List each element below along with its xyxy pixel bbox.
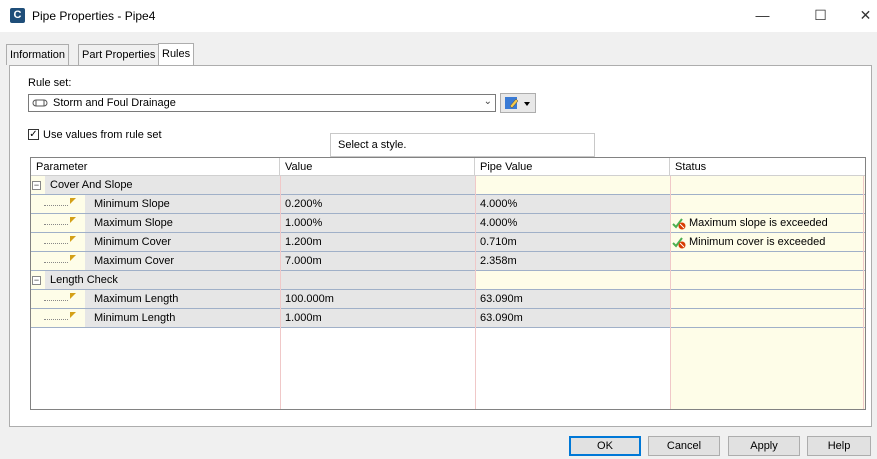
parameter-name: Maximum Length — [94, 293, 179, 305]
group-name: Length Check — [50, 274, 118, 286]
parameter-name: Maximum Slope — [94, 217, 173, 229]
rule-set-value: Storm and Foul Drainage — [53, 97, 176, 109]
table-row[interactable]: Maximum Slope 1.000% 4.000% Maximum slop… — [31, 214, 865, 233]
minimize-button[interactable]: — — [740, 0, 785, 32]
column-header-status[interactable]: Status — [670, 158, 865, 176]
warning-check-icon — [672, 237, 686, 249]
collapse-icon[interactable]: − — [32, 181, 41, 190]
rule-value[interactable]: 1.000m — [282, 309, 322, 327]
style-tooltip: Select a style. — [330, 133, 595, 157]
table-row[interactable]: Maximum Length 100.000m 63.090m — [31, 290, 865, 309]
group-name: Cover And Slope — [50, 179, 133, 191]
rule-value[interactable]: 1.000% — [282, 214, 322, 232]
status-text: Maximum slope is exceeded — [689, 217, 828, 229]
pipe-value: 0.710m — [480, 236, 517, 248]
table-row[interactable]: Minimum Cover 1.200m 0.710m Minimum cove… — [31, 233, 865, 252]
pipe-value: 4.000% — [480, 198, 518, 210]
rule-value[interactable]: 1.200m — [282, 233, 322, 251]
use-values-label: Use values from rule set — [43, 129, 162, 141]
cancel-button[interactable]: Cancel — [648, 436, 720, 456]
status-text — [689, 195, 692, 213]
app-icon: C — [10, 8, 25, 23]
rule-set-label: Rule set: — [28, 77, 72, 89]
tab-rules[interactable]: Rules — [158, 43, 195, 66]
rule-value[interactable]: 0.200% — [282, 195, 322, 213]
use-values-checkbox[interactable]: ✓ — [28, 129, 39, 140]
close-button[interactable]: ✕ — [843, 0, 877, 32]
pipe-value: 4.000% — [480, 217, 518, 229]
column-header-pipe-value[interactable]: Pipe Value — [475, 158, 670, 176]
status-text — [689, 290, 692, 308]
rule-set-dropdown[interactable]: Storm and Foul Drainage ⌄ — [28, 94, 496, 112]
table-row[interactable]: Maximum Cover 7.000m 2.358m — [31, 252, 865, 271]
help-button[interactable]: Help — [807, 436, 871, 456]
pipe-value: 2.358m — [480, 255, 517, 267]
status-text — [689, 252, 692, 270]
tab-part-properties[interactable]: Part Properties — [78, 44, 160, 65]
pipe-value: 63.090m — [480, 312, 523, 324]
maximize-button[interactable]: ☐ — [798, 0, 843, 32]
rules-grid: Parameter Value Pipe Value Status − Cove… — [30, 157, 866, 410]
group-row-length-check[interactable]: − Length Check — [31, 271, 865, 290]
column-header-value[interactable]: Value — [280, 158, 475, 176]
chevron-down-icon: ⌄ — [483, 96, 492, 107]
parameter-name: Minimum Cover — [94, 236, 172, 248]
status-text: Minimum cover is exceeded — [689, 236, 826, 248]
parameter-name: Minimum Length — [94, 312, 176, 324]
ok-button[interactable]: OK — [569, 436, 641, 456]
group-row-cover-and-slope[interactable]: − Cover And Slope — [31, 176, 865, 195]
warning-check-icon — [672, 218, 686, 230]
pipe-network-icon — [32, 99, 48, 107]
collapse-icon[interactable]: − — [32, 276, 41, 285]
table-row[interactable]: Minimum Slope 0.200% 4.000% — [31, 195, 865, 214]
pipe-value: 63.090m — [480, 293, 523, 305]
rule-value[interactable]: 100.000m — [282, 290, 334, 308]
edit-style-icon — [505, 97, 530, 109]
tab-information[interactable]: Information — [6, 44, 70, 65]
parameter-name: Maximum Cover — [94, 255, 175, 267]
status-text — [689, 309, 692, 327]
column-header-parameter[interactable]: Parameter — [31, 158, 280, 176]
parameter-name: Minimum Slope — [94, 198, 170, 210]
window-title: Pipe Properties - Pipe4 — [32, 9, 156, 23]
rule-value[interactable]: 7.000m — [282, 252, 322, 270]
apply-button[interactable]: Apply — [728, 436, 800, 456]
edit-style-button[interactable] — [500, 93, 536, 113]
table-row[interactable]: Minimum Length 1.000m 63.090m — [31, 309, 865, 328]
